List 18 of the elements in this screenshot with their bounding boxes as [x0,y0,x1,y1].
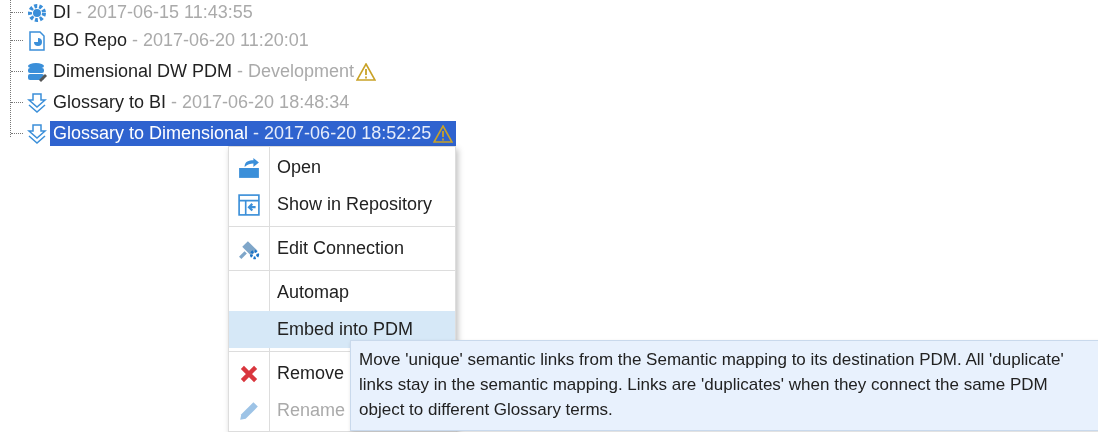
menu-item[interactable]: Open [269,157,322,178]
gear-icon [27,2,47,23]
tree-item[interactable]: Glossary to Dimensional - 2017-06-20 18:52:25 [50,121,457,146]
menu-item[interactable]: Automap [269,282,350,303]
database-icon [27,61,47,82]
tooltip: Move 'unique' semantic links from the Semantic mapping to its destination PDM. All 'duplicate' links stay in the semantic mapping. Links are 'duplicates' when they connect the same PDM object to different Glossary terms. [350,340,1098,431]
report-icon [27,30,47,51]
menu-item[interactable]: Show in Repository [269,194,433,215]
tree-item[interactable]: Dimensional DW PDM - Development [50,59,380,84]
menu-item[interactable]: Edit Connection [269,238,405,259]
folder-icon [238,156,260,179]
pencil-icon [238,399,260,422]
tree-item[interactable]: Glossary to BI - 2017-06-20 18:48:34 [50,90,355,115]
tree-item[interactable]: DI - 2017-06-15 11:43:55 [50,0,258,25]
tree-item[interactable]: BO Repo - 2017-06-20 11:20:01 [50,28,314,53]
double-arrow-down-icon [27,123,47,144]
menu-item[interactable]: Remove [269,363,345,384]
double-arrow-down-icon [27,92,47,113]
